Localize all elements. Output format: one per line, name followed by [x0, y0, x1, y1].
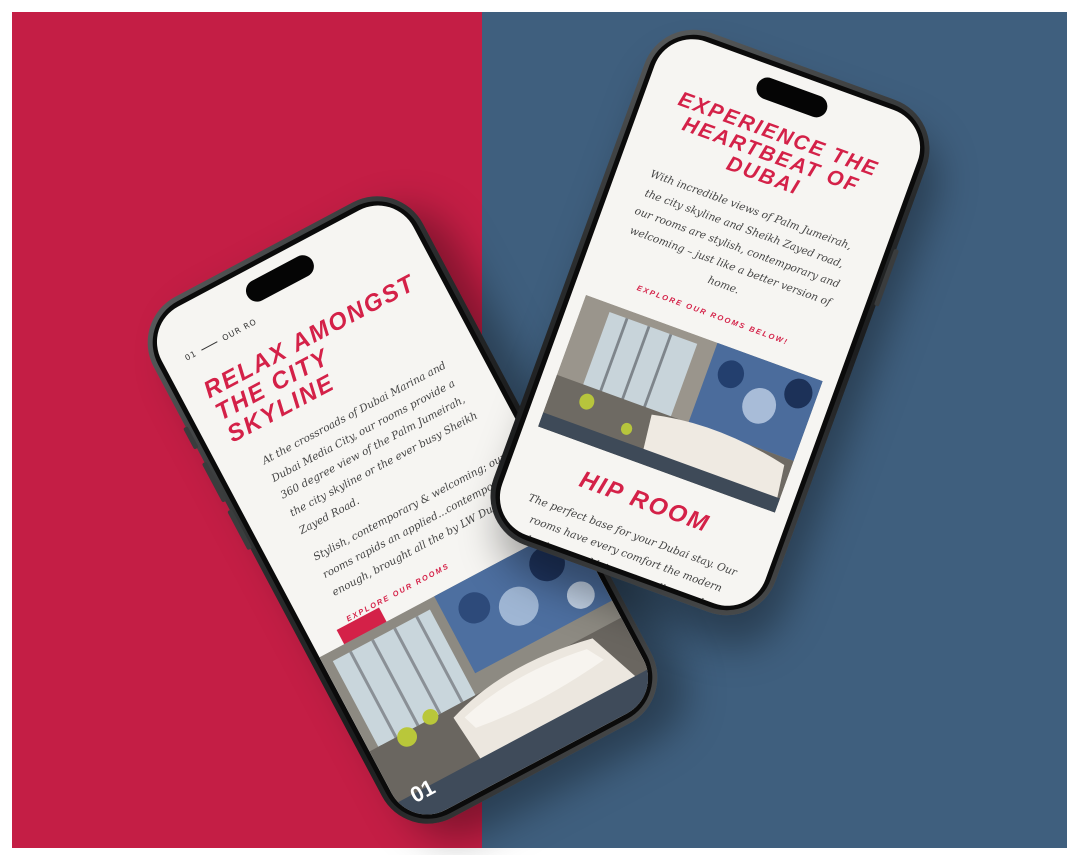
section-number: 01 [183, 348, 199, 363]
section-label: OUR RO [220, 316, 259, 343]
section-dash [201, 340, 218, 351]
stage: 01 OUR RO RELAX AMONGST THE CITY SKYLINE… [0, 0, 1079, 855]
